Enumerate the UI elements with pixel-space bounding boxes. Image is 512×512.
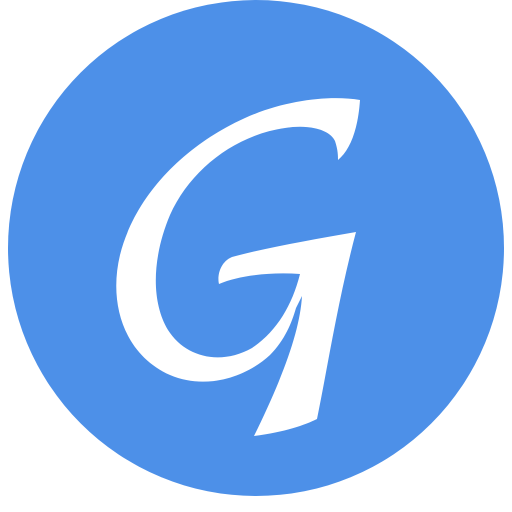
logo-badge [8,0,504,496]
logo-circle [8,0,504,496]
app-logo [0,0,512,512]
